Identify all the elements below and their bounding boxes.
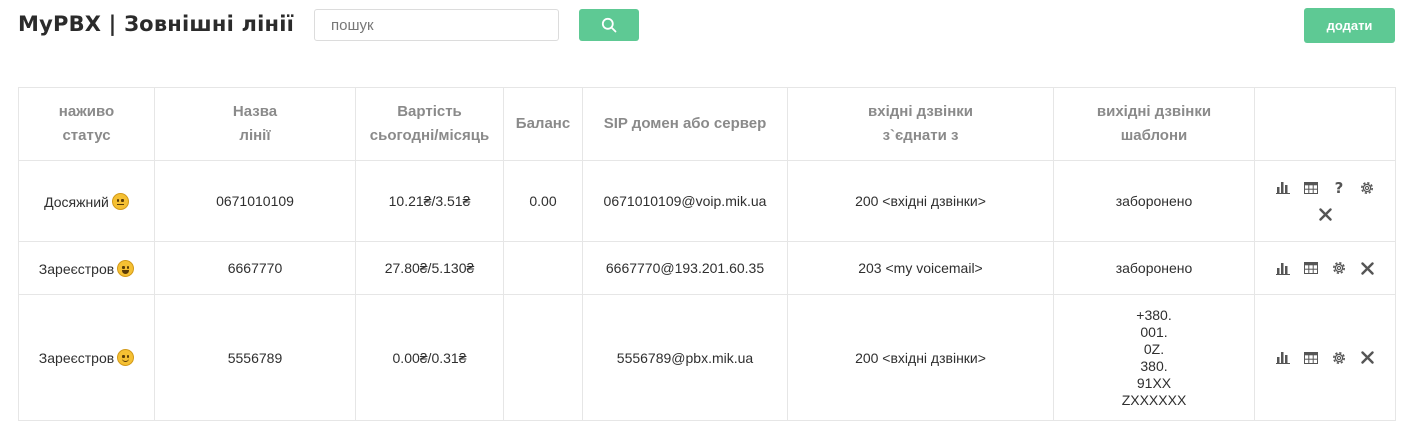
balance-cell: 0.00 — [503, 160, 583, 242]
incoming-cell: 203 <my voicemail> — [787, 241, 1054, 295]
balance-cell — [503, 241, 583, 295]
outgoing-cell: заборонено — [1053, 241, 1255, 295]
column-header-cost: Вартість сьогодні/місяць — [355, 87, 504, 161]
table-row: Зареєстров 6667770 27.80₴/5.130₴ 6667770… — [18, 241, 1396, 295]
outgoing-pattern: 0Z. — [1143, 340, 1165, 357]
page-title: MyPBX | Зовнішні лінії — [18, 12, 295, 36]
search-input[interactable] — [314, 9, 559, 41]
status-cell: Зареєстров — [18, 241, 155, 295]
sip-cell: 6667770@193.201.60.35 — [582, 241, 788, 295]
bar-chart-icon[interactable] — [1275, 350, 1291, 366]
column-header-incoming: вхідні дзвінки з`єднати з — [787, 87, 1054, 161]
sip-cell: 0671010109@voip.mik.ua — [582, 160, 788, 242]
close-icon[interactable] — [1359, 350, 1375, 366]
outgoing-cell: +380. 001. 0Z. 380. 91XX ZXXXXXX — [1053, 294, 1255, 421]
column-header-actions — [1254, 87, 1396, 161]
smiling-face-icon — [117, 349, 135, 366]
bar-chart-icon[interactable] — [1275, 260, 1291, 276]
outgoing-pattern: заборонено — [1115, 192, 1193, 209]
line-name-cell: 5556789 — [154, 294, 356, 421]
outgoing-cell: заборонено — [1053, 160, 1255, 242]
line-name-cell: 0671010109 — [154, 160, 356, 242]
gear-icon[interactable] — [1331, 350, 1347, 366]
grid-icon[interactable] — [1303, 260, 1319, 276]
add-line-button[interactable]: додати — [1304, 8, 1395, 43]
column-header-sip: SIP домен або сервер — [582, 87, 788, 161]
search-button[interactable] — [579, 9, 639, 41]
grinning-face-icon — [117, 259, 135, 277]
outgoing-pattern: 001. — [1140, 323, 1168, 340]
neutral-face-icon — [111, 192, 129, 210]
lines-table: наживо статус Назва лінії Вартість сьогодні… — [18, 87, 1396, 421]
close-icon[interactable] — [1359, 260, 1375, 276]
actions-cell — [1254, 241, 1396, 295]
outgoing-pattern: +380. — [1136, 306, 1172, 323]
outgoing-pattern: ZXXXXXX — [1121, 391, 1187, 408]
balance-cell — [503, 294, 583, 421]
table-header-row: наживо статус Назва лінії Вартість сьогодні… — [18, 87, 1396, 161]
outgoing-pattern: 380. — [1140, 357, 1168, 374]
grid-icon[interactable] — [1303, 180, 1319, 196]
outgoing-pattern: 91XX — [1136, 374, 1172, 391]
column-header-balance: Баланс — [503, 87, 583, 161]
status-text: Зареєстров — [38, 260, 115, 277]
line-name-cell: 6667770 — [154, 241, 356, 295]
bar-chart-icon[interactable] — [1275, 180, 1291, 196]
column-header-status: наживо статус — [18, 87, 155, 161]
incoming-cell: 200 <вхідні дзвінки> — [787, 294, 1054, 421]
grid-icon[interactable] — [1303, 350, 1319, 366]
gear-icon[interactable] — [1331, 260, 1347, 276]
gear-icon[interactable] — [1359, 180, 1375, 196]
sip-cell: 5556789@pbx.mik.ua — [582, 294, 788, 421]
incoming-cell: 200 <вхідні дзвінки> — [787, 160, 1054, 242]
status-text: Досяжний — [44, 193, 109, 210]
table-row: Зареєстров 5556789 0.00₴/0.31₴ 5556789@p… — [18, 294, 1396, 421]
cost-cell: 10.21₴/3.51₴ — [355, 160, 504, 242]
actions-cell — [1254, 294, 1396, 421]
table-row: Досяжний 0671010109 10.21₴/3.51₴ 0.00 06… — [18, 160, 1396, 242]
help-icon[interactable]: ? — [1331, 179, 1347, 197]
outgoing-pattern: заборонено — [1115, 259, 1193, 276]
column-header-outgoing: вихідні дзвінки шаблони — [1053, 87, 1255, 161]
cost-cell: 0.00₴/0.31₴ — [355, 294, 504, 421]
cost-cell: 27.80₴/5.130₴ — [355, 241, 504, 295]
status-cell: Зареєстров — [18, 294, 155, 421]
status-text: Зареєстров — [38, 350, 115, 366]
status-cell: Досяжний — [18, 160, 155, 242]
actions-cell: ? — [1254, 160, 1396, 242]
search-icon — [601, 17, 617, 33]
column-header-name: Назва лінії — [154, 87, 356, 161]
close-icon[interactable] — [1317, 207, 1333, 223]
